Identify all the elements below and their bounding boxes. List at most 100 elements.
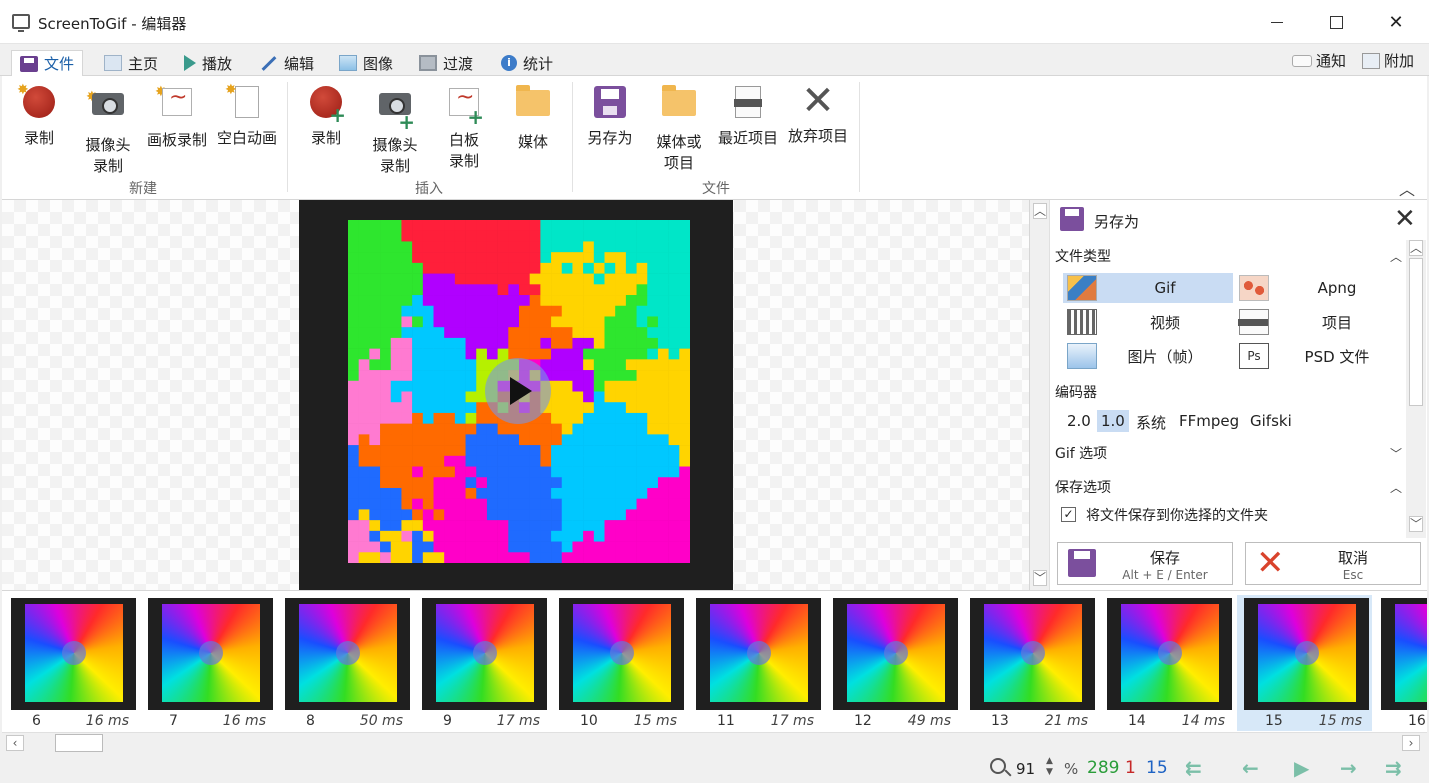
pixel-cell — [593, 541, 605, 553]
encoder-ffmpeg[interactable]: FFmpeg — [1175, 410, 1243, 432]
encoder-2-0[interactable]: 2.0 — [1063, 410, 1095, 432]
open-media-project-button[interactable]: 媒体或 项目 — [645, 84, 713, 174]
minimize-button[interactable] — [1247, 0, 1307, 44]
save-as-button[interactable]: 另存为 — [576, 84, 644, 149]
pixel-cell — [625, 230, 637, 242]
last-frame-icon[interactable]: ⇉ — [1385, 756, 1402, 780]
frame-item[interactable]: 12 49 ms — [826, 595, 961, 731]
insert-board-recording-button[interactable]: 白板 录制 — [430, 84, 498, 172]
file-type-images[interactable]: 图片（帧） — [1063, 341, 1233, 371]
pixel-cell — [540, 337, 552, 349]
pixel-cell — [657, 487, 669, 499]
notifications-button[interactable]: 通知 — [1292, 50, 1346, 71]
zoom-stepper-icon[interactable]: ▲ ▼ — [1046, 756, 1053, 778]
next-frame-icon[interactable]: → — [1340, 756, 1357, 780]
scroll-down-icon[interactable]: ﹀ — [1409, 516, 1423, 532]
extras-button[interactable]: 附加 — [1362, 50, 1414, 71]
file-type-psd[interactable]: Ps PSD 文件 — [1235, 341, 1405, 371]
frame-item[interactable]: 9 17 ms — [415, 595, 550, 731]
encoder-system[interactable]: 系统 — [1132, 410, 1170, 435]
pixel-cell — [508, 295, 520, 307]
save-button[interactable]: 保存 Alt + E / Enter — [1057, 542, 1233, 585]
file-type-project[interactable]: 项目 — [1235, 307, 1405, 337]
scrollbar-thumb[interactable] — [1409, 258, 1423, 406]
frame-item[interactable]: 11 17 ms — [689, 595, 824, 731]
pixel-cell — [508, 552, 520, 563]
frame-item[interactable]: 13 21 ms — [963, 595, 1098, 731]
new-board-recording-button[interactable]: 画板录制 — [143, 82, 211, 151]
pixel-cell — [540, 477, 552, 489]
frame-item[interactable]: 16 — [1374, 595, 1427, 731]
play-frames-icon[interactable]: ▶ — [1294, 756, 1309, 780]
frame-list-scrollbar[interactable]: ‹ › — [2, 732, 1427, 752]
pixel-cell — [668, 477, 680, 489]
scrollbar-thumb[interactable] — [55, 734, 103, 752]
first-frame-icon[interactable]: ⇇ — [1185, 756, 1202, 780]
frame-item[interactable]: 7 16 ms — [141, 595, 276, 731]
frame-item[interactable]: 6 16 ms — [4, 595, 139, 731]
insert-webcam-recording-button[interactable]: 摄像头 录制 — [361, 84, 429, 177]
pixel-cell — [444, 509, 456, 521]
pixel-cell — [561, 316, 573, 328]
close-window-button[interactable]: ✕ — [1366, 0, 1426, 44]
pixel-cell — [668, 498, 680, 510]
chevron-down-icon[interactable]: ﹀ — [1390, 445, 1402, 462]
frame-item-selected[interactable]: 15 15 ms — [1237, 595, 1372, 731]
collapse-ribbon-chevron-icon[interactable]: ︿ — [1399, 176, 1415, 200]
pixel-cell — [433, 445, 445, 457]
frame-item[interactable]: 8 50 ms — [278, 595, 413, 731]
pixel-cell — [465, 220, 477, 232]
discard-project-button[interactable]: ✕ 放弃项目 — [784, 81, 852, 147]
tab-file[interactable]: 文件 — [11, 50, 84, 77]
save-to-folder-checkbox[interactable]: ✓ — [1061, 507, 1076, 522]
frame-item[interactable]: 14 14 ms — [1100, 595, 1235, 731]
panel-right-scrollbar[interactable]: ︿ ﹀ — [1406, 240, 1426, 538]
pixel-cell — [380, 273, 392, 285]
insert-recording-button[interactable]: 录制 — [292, 84, 360, 149]
pixel-cell — [444, 305, 456, 317]
new-recording-button[interactable]: 录制 — [5, 80, 73, 149]
pixel-cell — [561, 423, 573, 435]
previous-frame-icon[interactable]: ← — [1242, 756, 1259, 780]
scroll-up-icon[interactable]: ︿ — [1033, 203, 1047, 219]
recent-projects-button[interactable]: 最近项目 — [714, 84, 782, 149]
tab-statistics[interactable]: i 统计 — [493, 50, 561, 76]
pixel-cell — [572, 434, 584, 446]
tab-playback[interactable]: 播放 — [176, 50, 240, 76]
scroll-left-icon[interactable]: ‹ — [6, 735, 24, 751]
folder-icon — [515, 85, 551, 126]
file-type-video[interactable]: 视频 — [1063, 307, 1233, 337]
tab-home[interactable]: 主页 — [96, 50, 166, 76]
new-blank-animation-button[interactable]: 空白动画 — [213, 80, 281, 149]
pixel-cell — [593, 380, 605, 392]
scroll-up-icon[interactable]: ︿ — [1409, 240, 1423, 256]
pixel-cell — [519, 262, 530, 274]
frame-item[interactable]: 10 15 ms — [552, 595, 687, 731]
close-panel-icon[interactable]: ✕ — [1394, 204, 1416, 234]
file-type-gif[interactable]: Gif — [1063, 273, 1233, 303]
encoder-gifski[interactable]: Gifski — [1246, 410, 1296, 432]
scroll-right-icon[interactable]: › — [1402, 735, 1420, 751]
pixel-cell — [444, 337, 456, 349]
cancel-button[interactable]: ✕ 取消 Esc — [1245, 542, 1421, 585]
chevron-up-icon[interactable]: ︿ — [1390, 248, 1402, 265]
pixel-cell — [647, 380, 659, 392]
panel-left-scrollbar[interactable]: ︿ ﹀ — [1030, 200, 1050, 590]
insert-media-button[interactable]: 媒体 — [499, 84, 567, 153]
pixel-cell — [476, 520, 488, 532]
tab-transition[interactable]: 过渡 — [411, 50, 481, 76]
play-overlay-icon[interactable] — [485, 358, 551, 424]
frame-list[interactable]: 6 16 ms 7 16 ms 8 50 ms 9 17 ms 10 15 ms… — [2, 590, 1427, 732]
encoder-1-0[interactable]: 1.0 — [1097, 410, 1129, 432]
pixel-cell — [412, 337, 424, 349]
file-type-apng[interactable]: Apng — [1235, 273, 1405, 303]
zoom-input[interactable]: 91 — [1016, 760, 1035, 778]
scroll-down-icon[interactable]: ﹀ — [1033, 570, 1047, 586]
editor-canvas[interactable] — [2, 200, 1029, 590]
chevron-up-icon[interactable]: ︿ — [1390, 479, 1402, 496]
tab-image[interactable]: 图像 — [331, 50, 401, 76]
tab-edit[interactable]: 编辑 — [252, 50, 322, 76]
gif-options-header[interactable]: Gif 选项 — [1055, 443, 1107, 463]
new-webcam-recording-button[interactable]: 摄像头 录制 — [74, 84, 142, 177]
maximize-button[interactable] — [1306, 0, 1366, 44]
